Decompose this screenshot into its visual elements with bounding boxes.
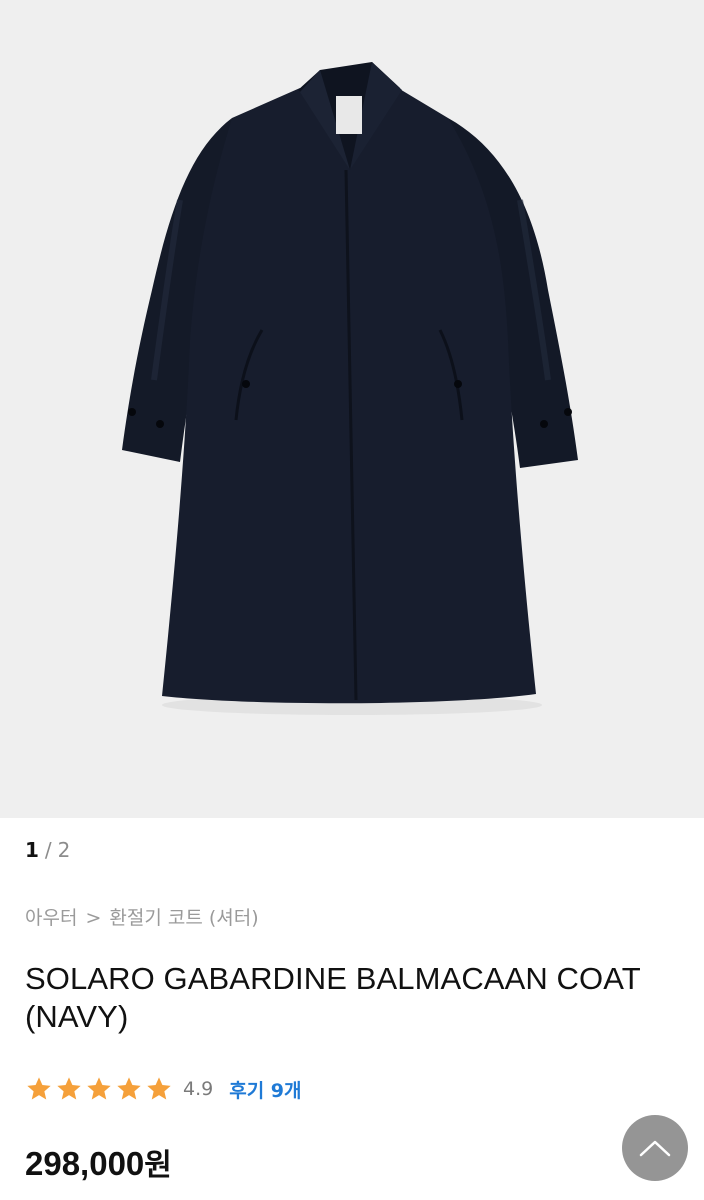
breadcrumb: 아우터 > 환절기 코트 (셔터): [25, 903, 259, 930]
pager-current: 1: [25, 838, 39, 862]
rating-score: 4.9: [183, 1078, 214, 1100]
star-icon: [147, 1077, 171, 1100]
pager-total: 2: [57, 838, 71, 862]
rating-stars: [25, 1075, 173, 1103]
breadcrumb-subcategory[interactable]: 환절기 코트 (셔터): [109, 907, 258, 929]
reviews-link[interactable]: 후기 9개: [229, 1076, 301, 1103]
star-icon: [57, 1077, 81, 1100]
product-image-coat: [122, 62, 578, 715]
star-icon: [117, 1077, 141, 1100]
star-icon: [27, 1077, 51, 1100]
product-title: SOLARO GABARDINE BALMACAAN COAT (NAVY): [25, 961, 641, 1034]
breadcrumb-category[interactable]: 아우터: [25, 907, 77, 929]
price: 298,000원: [25, 1140, 172, 1184]
breadcrumb-arrow: >: [85, 907, 102, 929]
rating-row: 4.9 후기 9개: [25, 1072, 302, 1106]
pager-separator: /: [44, 838, 52, 862]
scroll-to-top-button[interactable]: [622, 1115, 688, 1181]
chevron-up-icon: [639, 1140, 671, 1157]
product-image-gallery[interactable]: [0, 0, 704, 818]
price-unit: 원: [144, 1149, 172, 1182]
gallery-pager: 1/2: [25, 838, 70, 862]
price-amount: 298,000: [25, 1145, 145, 1182]
star-icon: [87, 1077, 111, 1100]
